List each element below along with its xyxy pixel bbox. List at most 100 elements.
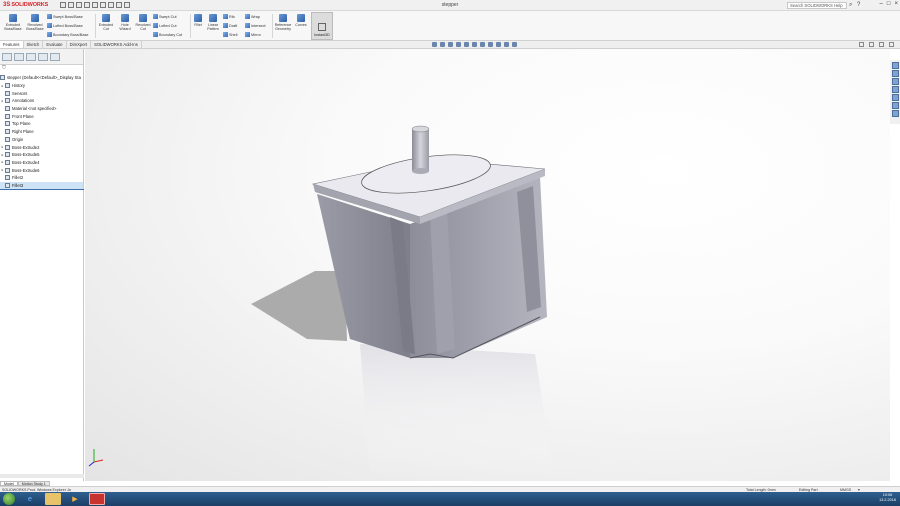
hole-wizard-button[interactable]: Hole Wizard (116, 14, 134, 31)
tree-item[interactable]: Fillet2 (0, 174, 83, 182)
reference-geometry-button[interactable]: Reference Geometry (274, 14, 292, 31)
tree-item[interactable]: ▸ History (0, 82, 83, 90)
draft-button[interactable]: Draft (223, 23, 237, 28)
resources-icon[interactable] (891, 62, 899, 69)
horizontal-scrollbar[interactable] (0, 474, 84, 478)
view-palette-icon[interactable] (891, 86, 899, 93)
shell-button[interactable]: Shell (223, 32, 237, 37)
reference-geometry-icon (279, 14, 287, 22)
options-icon[interactable] (124, 2, 130, 8)
tree-item[interactable]: ▸ Annotations (0, 97, 83, 105)
tab-features[interactable]: Features (0, 41, 24, 48)
mirror-button[interactable]: Mirror (245, 32, 261, 37)
open-icon[interactable] (68, 2, 74, 8)
view-settings-icon[interactable] (512, 42, 517, 47)
tree-root[interactable]: stepper (Default<<Default>_Display Sta (0, 74, 83, 82)
coordinate-triad (88, 449, 104, 467)
appearances-icon[interactable] (891, 94, 899, 101)
stepper-motor-model[interactable] (85, 49, 890, 481)
rebuild-icon[interactable] (108, 2, 114, 8)
tab-dimxpert[interactable]: DimXpert (67, 41, 92, 48)
linear-pattern-button[interactable]: Linear Pattern (204, 14, 222, 31)
close-doc-icon[interactable] (889, 42, 894, 47)
previous-view-icon[interactable] (448, 42, 453, 47)
apply-scene-icon[interactable] (504, 42, 509, 47)
file-properties-icon[interactable] (116, 2, 122, 8)
close-icon[interactable]: × (894, 1, 898, 7)
swept-boss-button[interactable]: Swept Boss/Base (47, 14, 83, 19)
minimize-icon[interactable]: – (880, 1, 883, 7)
hide-show-icon[interactable] (488, 42, 493, 47)
tree-item[interactable]: Origin (0, 136, 83, 144)
section-view-icon[interactable] (456, 42, 461, 47)
tree-item[interactable]: ▸ Boss-Extrude5 (0, 151, 83, 159)
file-explorer-icon[interactable] (891, 78, 899, 85)
tree-item-label: Fillet3 (12, 182, 24, 188)
solidworks-taskbar-icon[interactable] (89, 493, 105, 505)
save-icon[interactable] (76, 2, 82, 8)
display-style-icon[interactable] (480, 42, 485, 47)
custom-properties-icon[interactable] (891, 102, 899, 109)
edit-appearance-icon[interactable] (496, 42, 501, 47)
tree-item[interactable]: Sensors (0, 89, 83, 97)
configuration-manager-tab-icon[interactable] (26, 52, 36, 61)
tree-item[interactable]: Top Plane (0, 120, 83, 128)
swept-cut-button[interactable]: Swept Cut (153, 14, 177, 19)
search-input[interactable]: Search SOLIDWORKS Help (787, 2, 847, 9)
curves-button[interactable]: Curves (293, 14, 309, 27)
sensor-icon (5, 90, 10, 96)
media-player-icon[interactable]: ▶ (67, 493, 83, 505)
tab-evaluate[interactable]: Evaluate (43, 41, 67, 48)
expand-icon[interactable] (879, 42, 884, 47)
undo-icon[interactable] (92, 2, 98, 8)
maximize-icon[interactable]: □ (887, 1, 891, 7)
select-icon[interactable] (100, 2, 106, 8)
tree-item[interactable]: ▸ Boss-Extrude4 (0, 159, 83, 167)
lofted-cut-button[interactable]: Lofted Cut (153, 23, 177, 28)
property-manager-tab-icon[interactable] (14, 52, 24, 61)
tree-item[interactable]: ▸ Boss-Extrude2 (0, 143, 83, 151)
extruded-cut-button[interactable]: Extruded Cut (97, 14, 115, 31)
lofted-boss-button[interactable]: Lofted Boss/Base (47, 23, 83, 28)
tree-item[interactable]: Right Plane (0, 128, 83, 136)
intersect-button[interactable]: Intersect (245, 23, 266, 28)
tree-item[interactable]: Material <not specified> (0, 105, 83, 113)
tree-item[interactable]: Front Plane (0, 112, 83, 120)
print-icon[interactable] (84, 2, 90, 8)
fillet-button[interactable]: Fillet (192, 14, 204, 27)
feature-manager-tab-icon[interactable] (2, 52, 12, 61)
design-library-icon[interactable] (891, 70, 899, 77)
revolved-cut-button[interactable]: Revolved Cut (134, 14, 152, 31)
system-tray-clock[interactable]: 10:06 13.2.2016 (879, 493, 896, 503)
start-button-icon[interactable] (3, 493, 15, 505)
revolved-boss-button[interactable]: Revolved Boss/Base (24, 14, 46, 31)
boundary-boss-button[interactable]: Boundary Boss/Base (47, 32, 88, 37)
tile-icon[interactable] (859, 42, 864, 47)
file-explorer-taskbar-icon[interactable] (45, 493, 61, 505)
forum-icon[interactable] (891, 110, 899, 117)
view-orientation-icon[interactable] (472, 42, 477, 47)
dimxpert-manager-tab-icon[interactable] (38, 52, 48, 61)
display-manager-tab-icon[interactable] (50, 52, 60, 61)
instant3d-button[interactable]: Instant3D (311, 12, 333, 40)
rib-button[interactable]: Rib (223, 14, 235, 19)
extruded-boss-button[interactable]: Extruded Boss/Base (2, 14, 24, 31)
zoom-fit-icon[interactable] (432, 42, 437, 47)
solidworks-logo[interactable]: 3S SOLIDWORKS (0, 0, 58, 11)
help-icon[interactable]: ? (857, 2, 860, 8)
tree-item-selected[interactable]: Fillet3 (0, 181, 83, 190)
new-document-icon[interactable] (60, 2, 66, 8)
wrap-button[interactable]: Wrap (245, 14, 260, 19)
tab-sketch[interactable]: Sketch (24, 41, 44, 48)
restore-icon[interactable] (869, 42, 874, 47)
search-icon[interactable]: ⌕ (849, 2, 852, 9)
rollback-bar[interactable] (0, 189, 84, 191)
filter-icon[interactable]: ⛉ (0, 65, 83, 74)
tree-item[interactable]: ▸ Boss-Extrude6 (0, 166, 83, 174)
zoom-area-icon[interactable] (440, 42, 445, 47)
graphics-area[interactable] (85, 49, 890, 481)
boundary-cut-button[interactable]: Boundary Cut (153, 32, 182, 37)
tab-addins[interactable]: SOLIDWORKS Add-Ins (91, 41, 142, 48)
internet-explorer-icon[interactable]: e (22, 493, 38, 505)
dynamic-annotation-icon[interactable] (464, 42, 469, 47)
